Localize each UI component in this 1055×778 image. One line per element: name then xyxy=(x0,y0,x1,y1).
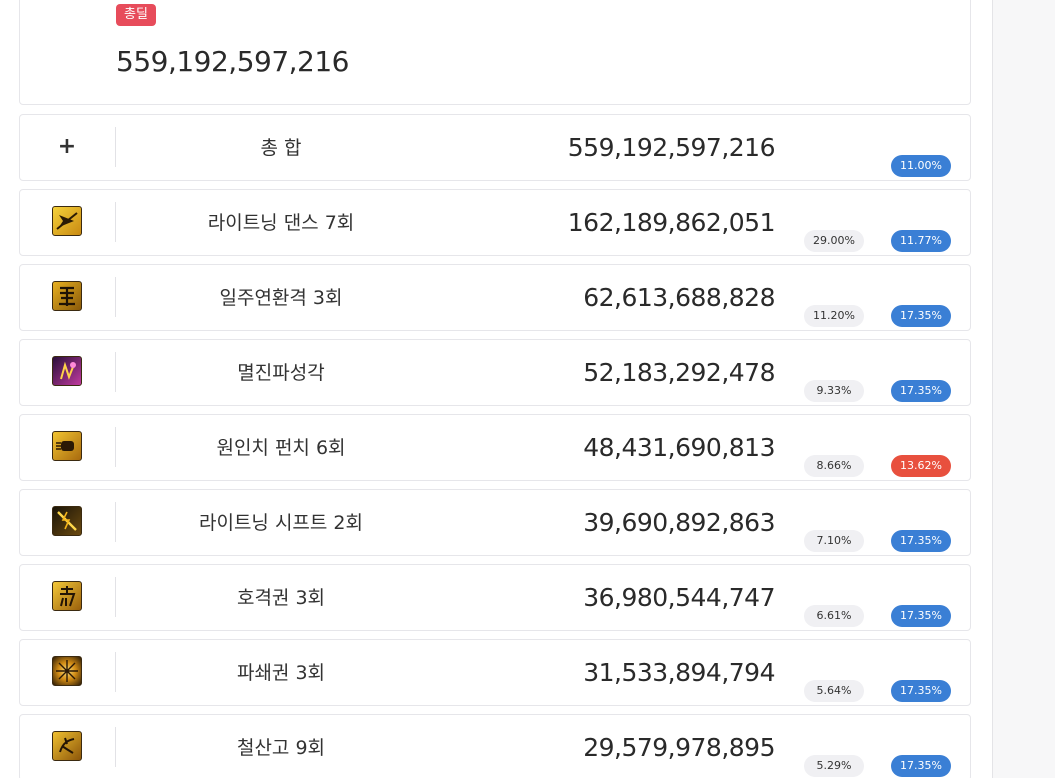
crit-rate-pill: 13.62% xyxy=(891,455,951,477)
crit-rate-pill: 11.00% xyxy=(891,155,951,177)
skill-damage: 48,431,690,813 xyxy=(583,433,775,462)
damage-share-pill: 8.66% xyxy=(804,455,864,477)
skill-row: 철산고 9회 29,579,978,895 5.29% 17.35% xyxy=(19,714,971,778)
skill-damage: 62,613,688,828 xyxy=(583,283,775,312)
chain-strike-icon xyxy=(52,281,82,311)
crit-rate-pill: 17.35% xyxy=(891,380,951,402)
skill-row: 라이트닝 시프트 2회 39,690,892,863 7.10% 17.35% xyxy=(19,489,971,556)
expand-toggle[interactable]: + xyxy=(52,131,82,161)
skill-row: 파쇄권 3회 31,533,894,794 5.64% 17.35% xyxy=(19,639,971,706)
skill-name: 일주연환격 3회 xyxy=(219,287,343,309)
row-name: 총 합 xyxy=(260,137,302,159)
shatter-fist-icon xyxy=(52,656,82,686)
damage-panel: 총딜 559,192,597,216 + 총 합 559,192,597,216… xyxy=(0,0,993,778)
total-row[interactable]: + 총 합 559,192,597,216 11.00% xyxy=(19,114,971,181)
skill-row: 원인치 펀치 6회 48,431,690,813 8.66% 13.62% xyxy=(19,414,971,481)
damage-share-pill: 6.61% xyxy=(804,605,864,627)
skill-damage: 52,183,292,478 xyxy=(583,358,775,387)
skill-damage: 162,189,862,051 xyxy=(567,208,776,237)
lightning-shift-icon xyxy=(52,506,82,536)
skill-name: 라이트닝 댄스 7회 xyxy=(207,212,355,234)
crit-rate-pill: 17.35% xyxy=(891,755,951,777)
damage-share-pill: 5.29% xyxy=(804,755,864,777)
skill-name: 원인치 펀치 6회 xyxy=(216,437,346,459)
damage-share-pill: 9.33% xyxy=(804,380,864,402)
skill-row: 호격권 3회 36,980,544,747 6.61% 17.35% xyxy=(19,564,971,631)
skill-name: 호격권 3회 xyxy=(236,587,326,609)
skill-damage: 31,533,894,794 xyxy=(583,658,775,687)
skill-row: 라이트닝 댄스 7회 162,189,862,051 29.00% 11.77% xyxy=(19,189,971,256)
skill-name: 멸진파성각 xyxy=(237,362,325,384)
skill-row: 멸진파성각 52,183,292,478 9.33% 17.35% xyxy=(19,339,971,406)
skill-row: 일주연환격 3회 62,613,688,828 11.20% 17.35% xyxy=(19,264,971,331)
crit-rate-pill: 11.77% xyxy=(891,230,951,252)
crit-rate-pill: 17.35% xyxy=(891,305,951,327)
damage-share-pill: 11.20% xyxy=(804,305,864,327)
row-damage: 559,192,597,216 xyxy=(567,133,776,162)
one-inch-punch-icon xyxy=(52,431,82,461)
total-damage-summary: 총딜 559,192,597,216 xyxy=(19,0,971,105)
total-damage-value: 559,192,597,216 xyxy=(116,45,349,78)
skill-damage: 39,690,892,863 xyxy=(583,508,775,537)
skill-name: 라이트닝 시프트 2회 xyxy=(198,512,363,534)
skill-name: 파쇄권 3회 xyxy=(236,662,326,684)
crit-rate-pill: 17.35% xyxy=(891,605,951,627)
annihilation-icon xyxy=(52,356,82,386)
tiger-fist-icon xyxy=(52,581,82,611)
crit-rate-pill: 17.35% xyxy=(891,680,951,702)
skill-damage: 36,980,544,747 xyxy=(583,583,775,612)
crit-rate-pill: 17.35% xyxy=(891,530,951,552)
damage-share-pill: 5.64% xyxy=(804,680,864,702)
iron-mountain-icon xyxy=(52,731,82,761)
lightning-dance-icon xyxy=(52,206,82,236)
skill-damage: 29,579,978,895 xyxy=(583,733,775,762)
skill-name: 철산고 9회 xyxy=(236,737,326,759)
total-damage-badge: 총딜 xyxy=(116,4,156,26)
damage-share-pill: 7.10% xyxy=(804,530,864,552)
plus-icon[interactable]: + xyxy=(58,134,76,159)
damage-share-pill: 29.00% xyxy=(804,230,864,252)
